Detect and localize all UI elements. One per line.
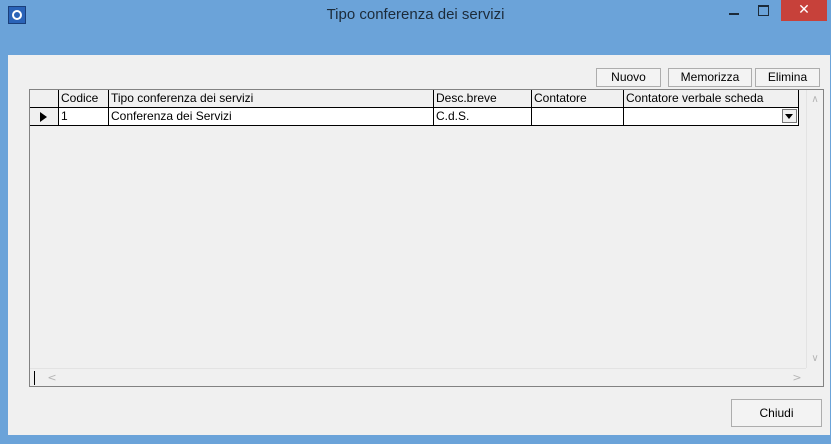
dialog-window: Tipo conferenza dei servizi Nuovo Memori… bbox=[0, 0, 831, 444]
scroll-down-icon[interactable]: ∨ bbox=[807, 351, 823, 367]
window-title: Tipo conferenza dei servizi bbox=[326, 6, 505, 23]
column-header-tipo[interactable]: Tipo conferenza dei servizi bbox=[109, 90, 434, 108]
minimize-button[interactable] bbox=[721, 0, 747, 21]
column-header-contatore-verbale[interactable]: Contatore verbale scheda bbox=[624, 90, 799, 108]
row-indicator-icon[interactable] bbox=[30, 108, 59, 126]
data-grid[interactable]: Codice Tipo conferenza dei servizi Desc.… bbox=[29, 89, 824, 387]
scroll-left-icon[interactable]: < bbox=[44, 369, 60, 386]
cell-desc-breve[interactable]: C.d.S. bbox=[434, 108, 532, 126]
scroll-right-icon[interactable]: > bbox=[789, 369, 805, 386]
text-caret bbox=[34, 371, 35, 385]
dropdown-arrow-icon[interactable] bbox=[782, 109, 797, 123]
new-button[interactable]: Nuovo bbox=[596, 68, 661, 87]
close-window-button[interactable] bbox=[781, 0, 827, 21]
horizontal-scrollbar[interactable]: < > bbox=[30, 368, 807, 386]
cell-contatore-verbale[interactable] bbox=[624, 108, 799, 126]
maximize-button[interactable] bbox=[750, 0, 776, 21]
cell-codice[interactable]: 1 bbox=[59, 108, 109, 126]
column-header-desc-breve[interactable]: Desc.breve bbox=[434, 90, 532, 108]
cell-contatore[interactable] bbox=[532, 108, 624, 126]
delete-button[interactable]: Elimina bbox=[755, 68, 820, 87]
scroll-up-icon[interactable]: ∧ bbox=[807, 92, 823, 108]
column-header-contatore[interactable]: Contatore bbox=[532, 90, 624, 108]
client-area: Nuovo Memorizza Elimina Codice Tipo conf… bbox=[8, 55, 830, 435]
column-header-codice[interactable]: Codice bbox=[59, 90, 109, 108]
cell-tipo[interactable]: Conferenza dei Servizi bbox=[109, 108, 434, 126]
close-button[interactable]: Chiudi bbox=[731, 399, 822, 427]
vertical-scrollbar[interactable]: ∧ ∨ bbox=[806, 90, 823, 369]
save-button[interactable]: Memorizza bbox=[668, 68, 752, 87]
grid-corner-header bbox=[30, 90, 59, 108]
title-bar[interactable]: Tipo conferenza dei servizi bbox=[0, 0, 831, 31]
scrollbar-corner bbox=[806, 368, 823, 386]
